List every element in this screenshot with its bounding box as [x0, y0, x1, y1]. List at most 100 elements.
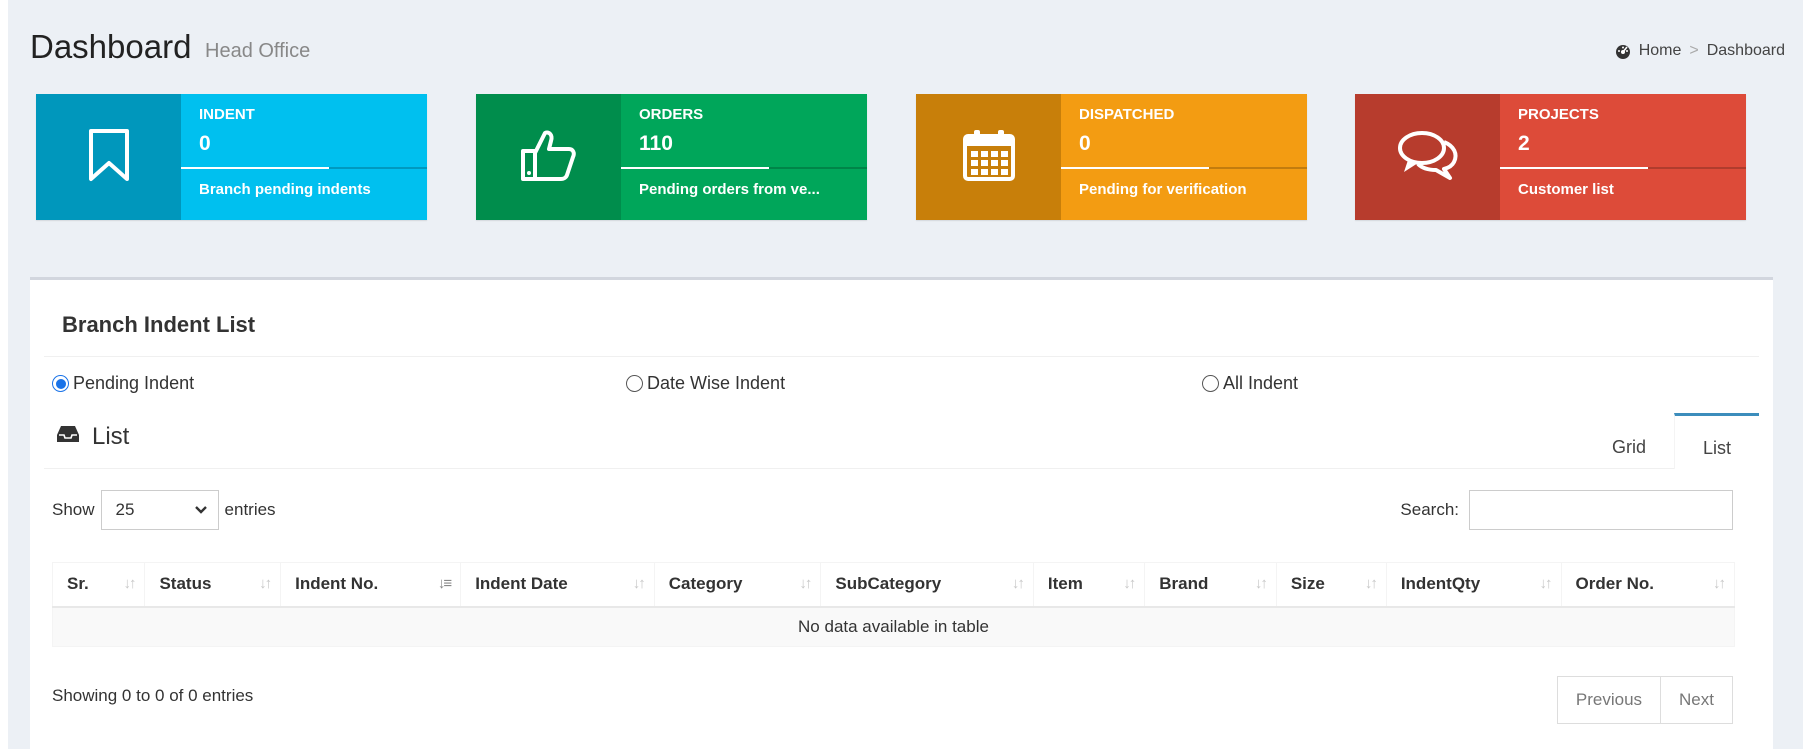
info-box-text-area: DISPATCHED 0 Pending for verification [1061, 94, 1307, 220]
column-header-label: Category [668, 574, 743, 594]
sort-icon: ↓↑ [1254, 575, 1268, 592]
indent-filter-radios: Pending Indent Date Wise Indent All Inde… [52, 373, 1751, 399]
column-header-subcategory[interactable]: SubCategory ↓↑ [820, 562, 1034, 608]
column-header-label: IndentQty [1400, 574, 1481, 594]
sort-icon: ↓↑ [1539, 575, 1553, 592]
info-box-dispatched[interactable]: DISPATCHED 0 Pending for verification [916, 94, 1307, 220]
column-header-sr[interactable]: Sr. ↓↑ [51, 562, 146, 608]
info-box-progress [181, 167, 427, 169]
info-box-progress [621, 167, 867, 169]
chevron-down-icon [194, 500, 208, 520]
sort-icon: ↓↑ [799, 575, 812, 592]
view-tabs: Grid List [1584, 413, 1759, 469]
search-label: Search: [1400, 500, 1459, 519]
radio-circle[interactable] [1202, 375, 1219, 392]
sort-icon: ↓↑ [632, 575, 646, 592]
column-header-item[interactable]: Item ↓↑ [1032, 562, 1146, 608]
info-box-label: INDENT [199, 106, 255, 123]
column-header-indentqty[interactable]: IndentQty ↓↑ [1385, 562, 1562, 608]
info-box-label: PROJECTS [1518, 106, 1599, 123]
column-header-label: Indent No. [295, 574, 379, 594]
sort-icon: ↓↑ [123, 575, 136, 592]
radio-label: All Indent [1223, 373, 1299, 393]
info-box-icon-area [36, 94, 181, 220]
column-header-indent-no[interactable]: Indent No. ↓≡ [280, 562, 462, 608]
radio-circle[interactable] [626, 375, 643, 392]
show-label: Show [52, 500, 95, 519]
radio-circle[interactable] [52, 375, 69, 392]
info-box-progress-bar [1500, 167, 1648, 169]
column-header-brand[interactable]: Brand ↓↑ [1144, 562, 1277, 608]
pagination: Previous Next [1556, 676, 1733, 724]
sort-icon: ↓↑ [1713, 575, 1726, 592]
info-box-progress [1061, 167, 1307, 169]
comments-icon [1396, 128, 1460, 187]
radio-pending-indent[interactable]: Pending Indent [52, 373, 194, 394]
entries-label: entries [224, 500, 276, 519]
next-button[interactable]: Next [1661, 676, 1733, 724]
sort-icon: ↓↑ [259, 575, 272, 592]
sort-icon: ↓↑ [1364, 575, 1378, 592]
info-box-text-area: ORDERS 110 Pending orders from ve... [621, 94, 867, 220]
column-header-size[interactable]: Size ↓↑ [1275, 562, 1387, 608]
column-header-label: Status [159, 574, 212, 594]
table-row-empty: No data available in table [52, 606, 1735, 647]
info-box-orders[interactable]: ORDERS 110 Pending orders from ve... [476, 94, 867, 220]
sort-icon: ↓↑ [1011, 575, 1025, 592]
search-input[interactable] [1469, 490, 1733, 530]
column-header-order-no[interactable]: Order No. ↓↑ [1560, 562, 1736, 608]
radio-date-wise-indent[interactable]: Date Wise Indent [626, 373, 785, 394]
info-box-icon-area [476, 94, 621, 220]
tab-grid[interactable]: Grid [1584, 413, 1674, 469]
calendar-icon [962, 128, 1016, 187]
info-box-description: Branch pending indents [199, 181, 371, 198]
info-box-number: 0 [1079, 132, 1091, 155]
info-box-text-area: INDENT 0 Branch pending indents [181, 94, 427, 220]
column-header-label: Brand [1159, 574, 1209, 594]
column-header-label: Size [1290, 574, 1325, 594]
thumbs-up-icon [519, 127, 579, 188]
sort-desc-icon: ↓≡ [437, 575, 452, 592]
column-header-label: SubCategory [835, 574, 942, 594]
info-box-projects[interactable]: PROJECTS 2 Customer list [1355, 94, 1746, 220]
table-controls: Show 25 entries Search: [52, 490, 1733, 532]
info-box-icon-area [916, 94, 1061, 220]
page-subtitle: Head Office [205, 40, 311, 62]
info-box-text-area: PROJECTS 2 Customer list [1500, 94, 1746, 220]
radio-all-indent[interactable]: All Indent [1202, 373, 1298, 394]
column-header-label: Indent Date [475, 574, 568, 594]
breadcrumb: Home > Dashboard [1615, 42, 1785, 60]
sort-icon: ↓↑ [1123, 575, 1136, 592]
info-box-indent[interactable]: INDENT 0 Branch pending indents [36, 94, 427, 220]
column-header-label: Item [1047, 574, 1083, 594]
radio-label: Pending Indent [73, 373, 195, 393]
info-box-progress-bar [181, 167, 329, 169]
list-title: List [56, 423, 129, 451]
show-entries: Show 25 entries [52, 490, 276, 530]
column-header-status[interactable]: Status ↓↑ [144, 562, 282, 608]
info-box-number: 110 [639, 132, 673, 155]
info-box-number: 2 [1518, 132, 1530, 155]
info-box-progress [1500, 167, 1746, 169]
previous-button[interactable]: Previous [1556, 676, 1662, 724]
tab-list[interactable]: List [1673, 413, 1759, 469]
page-title: Dashboard [30, 28, 192, 65]
column-header-category[interactable]: Category ↓↑ [653, 562, 822, 608]
radio-label: Date Wise Indent [647, 373, 786, 393]
info-box-number: 0 [199, 132, 211, 155]
info-box-label: DISPATCHED [1079, 106, 1175, 123]
content-header: Dashboard Head Office Home > Dashboard [30, 28, 1785, 72]
box-title: Branch Indent List [62, 312, 256, 337]
page: Dashboard Head Office Home > Dashboard I… [0, 0, 1803, 749]
dashboard-icon [1615, 43, 1631, 59]
entries-select[interactable]: 25 [100, 490, 219, 530]
info-box-icon-area [1355, 94, 1500, 220]
list-title-text: List [92, 423, 130, 450]
box-divider [44, 356, 1759, 357]
info-box-description: Customer list [1518, 181, 1614, 198]
info-box-description: Pending for verification [1079, 181, 1247, 198]
inbox-icon [56, 423, 80, 451]
column-header-indent-date[interactable]: Indent Date ↓↑ [460, 562, 655, 608]
breadcrumb-separator: > [1689, 42, 1699, 59]
breadcrumb-home-link[interactable]: Home [1639, 42, 1682, 60]
